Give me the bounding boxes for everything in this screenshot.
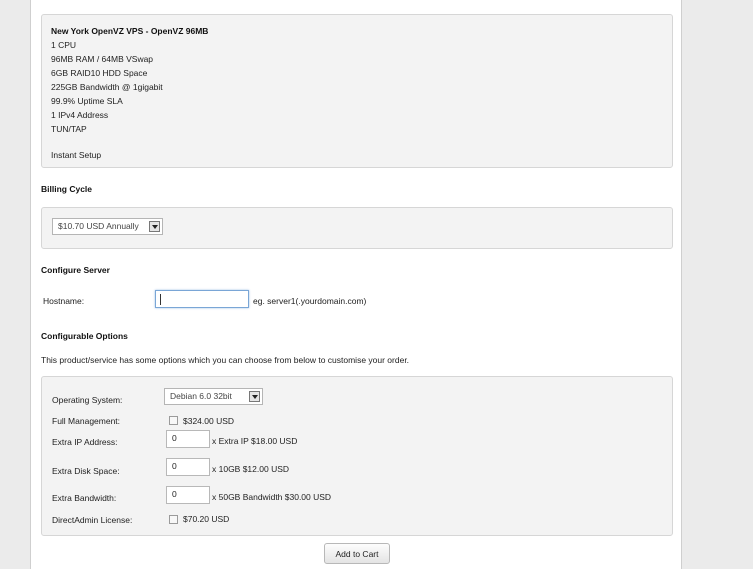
directadmin-label: DirectAdmin License: — [52, 515, 133, 525]
product-feature: 1 IPv4 Address — [51, 110, 109, 120]
configurable-options-panel: Operating System: Debian 6.0 32bit Full … — [41, 376, 673, 536]
extra-ip-input[interactable]: 0 — [166, 430, 210, 448]
product-feature: Instant Setup — [51, 150, 102, 160]
directadmin-checkbox[interactable] — [169, 515, 178, 524]
operating-system-label: Operating System: — [52, 395, 123, 405]
extra-bandwidth-value: 0 — [172, 489, 177, 499]
product-feature: TUN/TAP — [51, 124, 87, 134]
full-management-checkbox[interactable] — [169, 416, 178, 425]
product-feature: 6GB RAID10 HDD Space — [51, 68, 148, 78]
hostname-hint: eg. server1(.yourdomain.com) — [253, 296, 367, 306]
configure-server-heading: Configure Server — [41, 265, 110, 275]
extra-bandwidth-input[interactable]: 0 — [166, 486, 210, 504]
billing-cycle-value: $10.70 USD Annually — [58, 221, 139, 231]
configurable-options-intro: This product/service has some options wh… — [41, 355, 410, 365]
extra-ip-value: 0 — [172, 433, 177, 443]
product-feature: 96MB RAM / 64MB VSwap — [51, 54, 154, 64]
product-feature: 225GB Bandwidth @ 1gigabit — [51, 82, 163, 92]
product-title: New York OpenVZ VPS - OpenVZ 96MB — [51, 26, 209, 36]
product-feature: 1 CPU — [51, 40, 77, 50]
extra-bandwidth-label: Extra Bandwidth: — [52, 493, 117, 503]
extra-ip-label: Extra IP Address: — [52, 437, 118, 447]
hostname-input[interactable] — [155, 290, 249, 308]
extra-disk-value: 0 — [172, 461, 177, 471]
chevron-down-icon — [149, 221, 160, 232]
hostname-label: Hostname: — [43, 296, 85, 306]
operating-system-select[interactable]: Debian 6.0 32bit — [164, 388, 263, 405]
billing-cycle-panel: $10.70 USD Annually — [41, 207, 673, 249]
extra-bandwidth-hint: x 50GB Bandwidth $30.00 USD — [212, 492, 332, 502]
extra-ip-hint: x Extra IP $18.00 USD — [212, 436, 298, 446]
full-management-price: $324.00 USD — [183, 416, 235, 426]
operating-system-value: Debian 6.0 32bit — [170, 391, 232, 401]
full-management-label: Full Management: — [52, 416, 121, 426]
directadmin-price: $70.20 USD — [183, 514, 230, 524]
product-feature: 99.9% Uptime SLA — [51, 96, 123, 106]
add-to-cart-button[interactable]: Add to Cart — [324, 543, 390, 564]
billing-cycle-select[interactable]: $10.70 USD Annually — [52, 218, 163, 235]
extra-disk-input[interactable]: 0 — [166, 458, 210, 476]
billing-cycle-heading: Billing Cycle — [41, 184, 93, 194]
extra-disk-label: Extra Disk Space: — [52, 466, 120, 476]
product-details-panel: New York OpenVZ VPS - OpenVZ 96MB 1 CPU … — [41, 14, 673, 168]
order-page: New York OpenVZ VPS - OpenVZ 96MB 1 CPU … — [30, 0, 682, 569]
text-caret — [160, 294, 161, 305]
extra-disk-hint: x 10GB $12.00 USD — [212, 464, 290, 474]
configurable-options-heading: Configurable Options — [41, 331, 128, 341]
chevron-down-icon — [249, 391, 260, 402]
